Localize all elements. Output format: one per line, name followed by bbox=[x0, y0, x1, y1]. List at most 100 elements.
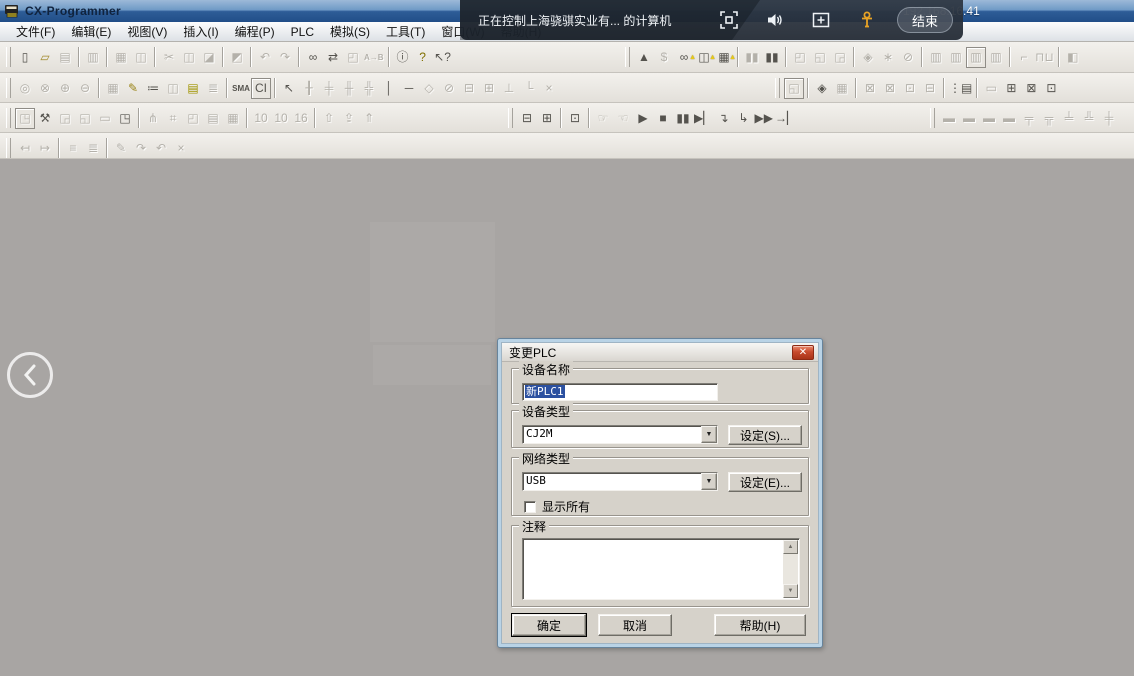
scroll-up-icon[interactable]: ▲ bbox=[783, 540, 798, 554]
save-icon[interactable]: ▤ bbox=[55, 47, 75, 68]
new-document-icon[interactable]: ▯ bbox=[15, 47, 35, 68]
work-online-icon[interactable]: $ bbox=[654, 47, 674, 68]
chevron-down-icon[interactable]: ▼ bbox=[701, 426, 717, 443]
fb-instance-icon[interactable]: ⊞ bbox=[479, 78, 499, 99]
window-edit-icon[interactable]: ◳ bbox=[115, 108, 135, 129]
menu-item-file[interactable]: 文件(F) bbox=[8, 21, 63, 42]
protect-verify-icon[interactable]: ⊡ bbox=[900, 78, 920, 99]
delete-line-icon[interactable]: × bbox=[539, 78, 559, 99]
comment-textarea[interactable]: ▲ ▼ bbox=[522, 538, 800, 600]
hex-monitor-icon[interactable]: 16 bbox=[291, 108, 311, 129]
sim-pause-icon[interactable]: ▮▮ bbox=[673, 108, 693, 129]
zoom-icon[interactable]: ◎ bbox=[15, 78, 35, 99]
grid-icon[interactable]: ▦ bbox=[103, 78, 123, 99]
invert-icon[interactable]: ⊥ bbox=[499, 78, 519, 99]
sim-scan-run-icon[interactable]: →▏ bbox=[774, 108, 797, 129]
breakpoint-icon[interactable]: ☞ bbox=[593, 108, 613, 129]
memory-4-icon[interactable]: ▬ bbox=[999, 108, 1019, 129]
differentiate-up-icon[interactable]: ⇑ bbox=[359, 108, 379, 129]
force-on-icon[interactable]: ◈ bbox=[858, 47, 878, 68]
open-file-icon[interactable]: ▱ bbox=[35, 47, 55, 68]
window-z-icon[interactable]: ⊞ bbox=[1001, 78, 1021, 99]
cut-icon[interactable]: ✂ bbox=[159, 47, 179, 68]
network-type-settings-button[interactable]: 设定(E)... bbox=[728, 472, 802, 492]
zoom-in-icon[interactable]: ⊕ bbox=[55, 78, 75, 99]
sim-continuous-run-icon[interactable]: ▶▶ bbox=[753, 108, 773, 129]
help-icon[interactable]: ? bbox=[413, 47, 433, 68]
indent-left-icon[interactable]: ↤ bbox=[15, 138, 35, 159]
window-blank-icon[interactable]: ▭ bbox=[981, 78, 1001, 99]
search-swap-icon[interactable]: ⇄ bbox=[323, 47, 343, 68]
pause-icon[interactable]: ▮▮ bbox=[762, 47, 782, 68]
contact-nc-icon[interactable]: ╪ bbox=[319, 78, 339, 99]
force-off-icon[interactable]: ∗ bbox=[878, 47, 898, 68]
scroll-down-icon[interactable]: ▼ bbox=[783, 584, 798, 598]
menu-item-simulation[interactable]: 模拟(S) bbox=[322, 21, 378, 42]
memory-3-icon[interactable]: ▬ bbox=[979, 108, 999, 129]
pin-icon[interactable] bbox=[856, 9, 878, 31]
memory-2-icon[interactable]: ▬ bbox=[959, 108, 979, 129]
list-alt-icon[interactable]: ≣ bbox=[83, 138, 103, 159]
timing-3-icon[interactable]: ╧ bbox=[1059, 108, 1079, 129]
io-rack-2-icon[interactable]: ▥ bbox=[946, 47, 966, 68]
menu-item-program[interactable]: 编程(P) bbox=[227, 21, 283, 42]
protect-release-icon[interactable]: ⊠ bbox=[880, 78, 900, 99]
force-set-icon[interactable]: ⇧ bbox=[319, 108, 339, 129]
program-compare-icon[interactable]: ◱ bbox=[75, 108, 95, 129]
menu-item-view[interactable]: 视图(V) bbox=[119, 21, 175, 42]
menu-item-insert[interactable]: 插入(I) bbox=[175, 21, 226, 42]
force-cancel-icon[interactable]: ⊘ bbox=[898, 47, 918, 68]
print-icon[interactable]: ▦ bbox=[111, 47, 131, 68]
marker-delete-icon[interactable]: × bbox=[171, 138, 191, 159]
function-block-icon[interactable]: ⊟ bbox=[459, 78, 479, 99]
menu-item-plc[interactable]: PLC bbox=[283, 23, 322, 41]
menu-item-tools[interactable]: 工具(T) bbox=[378, 21, 433, 42]
info-icon[interactable]: ⓘ bbox=[393, 47, 413, 68]
layers-icon[interactable]: ◈ bbox=[812, 78, 832, 99]
compare-with-plc-icon[interactable]: ◲ bbox=[830, 47, 850, 68]
cancel-button[interactable]: 取消 bbox=[598, 614, 672, 636]
rung-comment-icon[interactable]: ✎ bbox=[123, 78, 143, 99]
fullscreen-icon[interactable] bbox=[718, 9, 740, 31]
io-rack-4-icon[interactable]: ▥ bbox=[986, 47, 1006, 68]
sim-step-run-icon[interactable]: ▶▏ bbox=[693, 108, 713, 129]
comment-scrollbar[interactable]: ▲ ▼ bbox=[783, 540, 798, 598]
protect-set-icon[interactable]: ⊠ bbox=[860, 78, 880, 99]
clear-breakpoint-icon[interactable]: ☜ bbox=[613, 108, 633, 129]
window-check-icon[interactable]: ⊡ bbox=[1041, 78, 1061, 99]
timing-5-icon[interactable]: ╪ bbox=[1099, 108, 1119, 129]
coil-icon[interactable]: ◇ bbox=[419, 78, 439, 99]
program-check-icon[interactable]: ◲ bbox=[55, 108, 75, 129]
io-comment-icon[interactable]: ≔ bbox=[143, 78, 163, 99]
watch-window-icon[interactable]: ◰ bbox=[183, 108, 203, 129]
simulator-init-icon[interactable]: ⊞ bbox=[537, 108, 557, 129]
connect-line-icon[interactable]: └ bbox=[519, 78, 539, 99]
speaker-icon[interactable] bbox=[764, 9, 786, 31]
time-chart-icon[interactable]: ⊓⊔ bbox=[1034, 47, 1055, 68]
find-icon[interactable]: ∞ bbox=[303, 47, 323, 68]
remote-panel-toggle-button[interactable] bbox=[7, 352, 53, 398]
window-x-icon[interactable]: ⊠ bbox=[1021, 78, 1041, 99]
transfer-to-plc-icon[interactable]: ◰ bbox=[790, 47, 810, 68]
show-all-checkbox[interactable] bbox=[524, 501, 536, 513]
simulator-online-icon[interactable]: ⊟ bbox=[517, 108, 537, 129]
network-monitor-icon[interactable]: ▦ bbox=[714, 47, 734, 68]
vertical-line-icon[interactable]: │ bbox=[379, 78, 399, 99]
clamp-edge-icon[interactable]: ◧ bbox=[1063, 47, 1083, 68]
address-reference-icon[interactable]: ⌗ bbox=[163, 108, 183, 129]
coil-nc-icon[interactable]: ⊘ bbox=[439, 78, 459, 99]
online-edit-icon[interactable]: ◫ bbox=[694, 47, 714, 68]
timing-1-icon[interactable]: ╤ bbox=[1019, 108, 1039, 129]
or-contact-nc-icon[interactable]: ╬ bbox=[359, 78, 379, 99]
window-switch-icon[interactable] bbox=[810, 9, 832, 31]
end-session-button[interactable]: 结束 bbox=[897, 7, 953, 33]
column-list-icon[interactable]: ⋮▤ bbox=[948, 78, 973, 99]
window-plain-icon[interactable]: ▭ bbox=[95, 108, 115, 129]
monitor-find-icon[interactable]: ∞ bbox=[674, 47, 694, 68]
filter-triangle-icon[interactable]: ▲ bbox=[634, 47, 654, 68]
rung-wrap-icon[interactable]: ◫ bbox=[163, 78, 183, 99]
sma-table-icon[interactable]: SMA bbox=[231, 78, 251, 99]
horizontal-line-icon[interactable]: ─ bbox=[399, 78, 419, 99]
output-window-icon[interactable]: ▤ bbox=[203, 108, 223, 129]
ci-window-icon[interactable]: CI bbox=[251, 78, 271, 99]
